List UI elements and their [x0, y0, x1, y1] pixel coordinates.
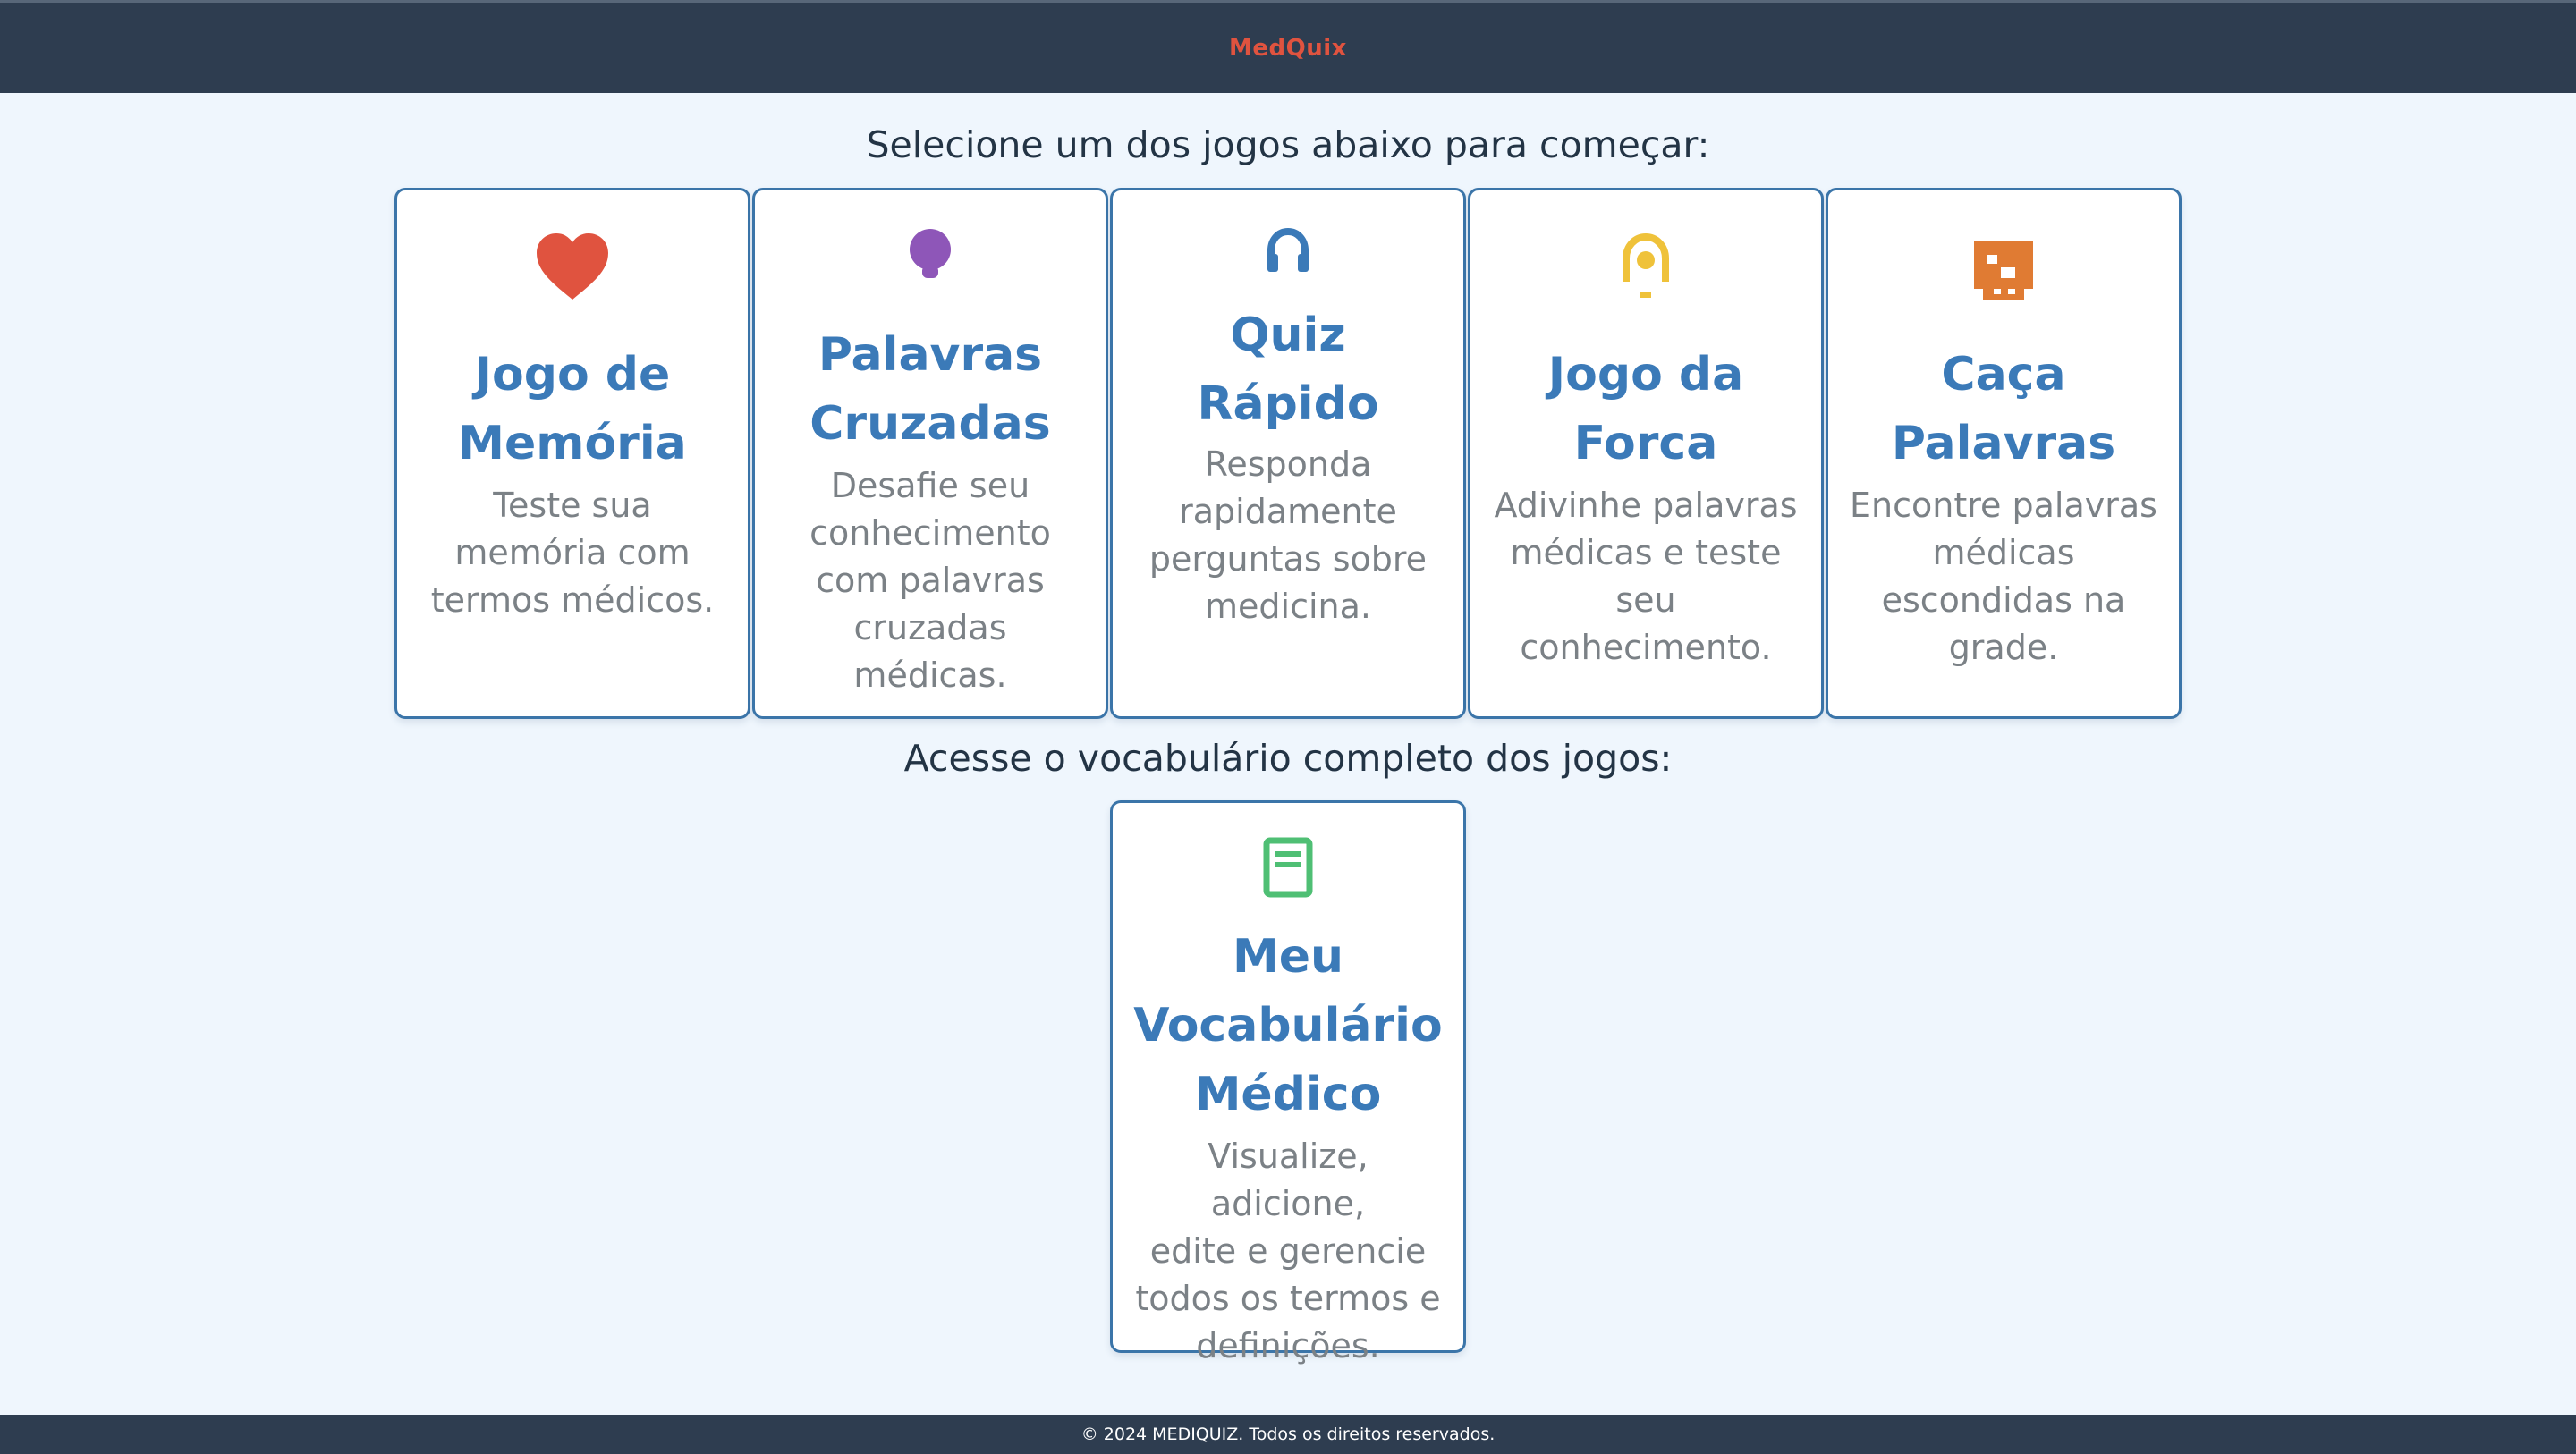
game-desc-line: memória com: [454, 533, 691, 572]
game-title-line1: Caça: [1941, 348, 2066, 402]
game-desc-line: seu: [1615, 580, 1676, 620]
game-card-memory[interactable]: Jogo de Memória Teste sua memória com te…: [394, 188, 750, 719]
game-card-wordsearch[interactable]: Caça Palavras Encontre palavras médicas …: [1826, 188, 2182, 719]
vocab-card[interactable]: Meu Vocabulário Médico Visualize, adicio…: [1110, 800, 1466, 1365]
game-title-line1: Quiz Rápido: [1197, 309, 1379, 431]
game-desc-line: cruzadas: [853, 608, 1007, 647]
game-desc-line: Encontre palavras: [1850, 486, 2157, 525]
game-desc-line: médicas e teste: [1510, 533, 1782, 572]
game-desc-line: Teste sua: [493, 486, 652, 525]
page-footer: © 2024 MEDIQUIZ. Todos os direitos reser…: [0, 1415, 2576, 1454]
game-title-line2: Forca: [1573, 417, 1718, 470]
vocab-title-line: Meu: [1232, 930, 1344, 984]
vocab-section-title: Acesse o vocabulário completo dos jogos:: [903, 737, 1673, 780]
footer-copyright: © 2024 MEDIQUIZ. Todos os direitos reser…: [1080, 1424, 1496, 1444]
vocab-title-line: Vocabulário: [1133, 999, 1443, 1052]
vocab-desc-line: definições.: [1196, 1326, 1380, 1365]
headphones-icon: [1266, 224, 1310, 278]
vocab-desc-line: edite e gerencie: [1149, 1231, 1427, 1271]
hangman-icon: [1619, 224, 1673, 309]
game-card-hangman[interactable]: Jogo da Forca Adivinhe palavras médicas …: [1468, 188, 1824, 719]
game-card-crossword[interactable]: Palavras Cruzadas Desafie seu conhecimen…: [752, 188, 1108, 719]
game-title-line2: Memória: [458, 417, 687, 470]
game-title-line1: Jogo da: [1547, 348, 1744, 402]
lightbulb-icon: [907, 224, 953, 285]
game-desc-line: Desafie seu: [830, 466, 1030, 505]
game-title-line1: Jogo de: [474, 348, 671, 402]
grid-icon: [1974, 232, 2033, 309]
vocab-desc-line: Visualize, adicione,: [1208, 1137, 1368, 1223]
game-desc-line: conhecimento.: [1520, 628, 1772, 667]
heart-icon: [535, 224, 610, 309]
game-desc-line: com palavras: [816, 561, 1045, 600]
game-desc-line: médicas.: [853, 655, 1007, 695]
vocab-desc-line: todos os termos e: [1135, 1279, 1441, 1318]
game-desc-line: perguntas sobre: [1148, 539, 1428, 579]
game-desc-line: médicas: [1932, 533, 2075, 572]
top-header: MedQuix: [0, 0, 2576, 93]
game-title-line2: Cruzadas: [809, 397, 1051, 451]
vocab-title-line: Médico: [1194, 1068, 1382, 1121]
game-desc-line: rapidamente: [1179, 492, 1397, 531]
brand-logo[interactable]: MedQuix: [1229, 35, 1347, 62]
game-title-line2: Palavras: [1891, 417, 2116, 470]
game-desc-line: grade.: [1948, 628, 2059, 667]
games-section-title: Selecione um dos jogos abaixo para começ…: [866, 123, 1710, 166]
game-desc-line: conhecimento: [809, 513, 1051, 553]
game-desc-line: Responda: [1204, 444, 1372, 484]
game-desc-line: medicina.: [1205, 587, 1371, 626]
game-desc-line: Adivinhe palavras: [1494, 486, 1798, 525]
game-card-quiz[interactable]: Quiz Rápido Responda rapidamente pergunt…: [1110, 188, 1466, 719]
game-title-line1: Palavras: [818, 328, 1043, 382]
game-desc-line: escondidas na: [1881, 580, 2126, 620]
book-icon: [1263, 837, 1313, 898]
game-desc-line: termos médicos.: [430, 580, 715, 620]
